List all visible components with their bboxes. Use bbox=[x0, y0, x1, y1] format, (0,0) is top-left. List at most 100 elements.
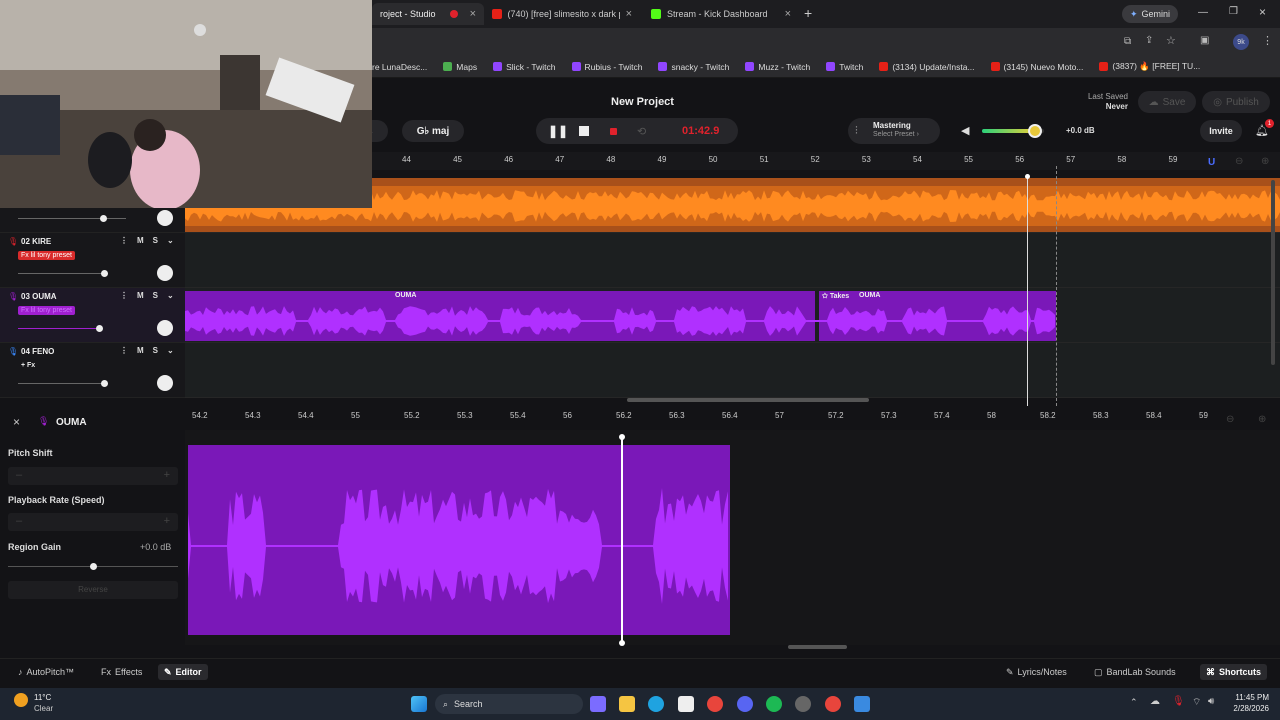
bookmark-star-icon[interactable]: ☆ bbox=[1166, 34, 1176, 47]
pan-knob[interactable] bbox=[157, 320, 173, 336]
chrome-icon[interactable] bbox=[707, 696, 723, 712]
close-tab-icon[interactable]: × bbox=[470, 8, 476, 20]
zoom-in-icon[interactable]: ⊕ bbox=[1261, 156, 1269, 167]
mute-button[interactable]: M bbox=[137, 346, 144, 355]
chevron-down-icon[interactable]: ⌄ bbox=[167, 236, 174, 245]
volume-icon[interactable]: 🔊︎ bbox=[1208, 696, 1214, 707]
mic-icon[interactable]: 🎙︎ bbox=[1172, 696, 1185, 707]
tab-studio[interactable]: roject - Studio × bbox=[372, 3, 484, 25]
close-window-icon[interactable]: × bbox=[1259, 5, 1266, 19]
slider-handle[interactable] bbox=[101, 270, 108, 277]
playhead-handle[interactable] bbox=[1025, 174, 1030, 179]
stop-button[interactable] bbox=[579, 126, 589, 136]
track-lane-03[interactable]: OUMA ✩ Takes OUMA bbox=[185, 288, 1280, 343]
minus-icon[interactable]: – bbox=[16, 515, 22, 527]
menu-icon[interactable]: ⋮ bbox=[1262, 34, 1273, 47]
bookmark-item[interactable]: Maps bbox=[443, 62, 477, 72]
loop-button[interactable]: ⟲ bbox=[637, 125, 646, 138]
track-name[interactable]: 02 KIRE bbox=[21, 237, 51, 246]
volume-slider[interactable] bbox=[982, 124, 1044, 138]
solo-button[interactable]: S bbox=[153, 236, 158, 245]
pan-knob[interactable] bbox=[157, 210, 173, 226]
track-menu-icon[interactable]: ⋮ bbox=[120, 236, 128, 245]
editor-button[interactable]: ✎ Editor bbox=[158, 664, 208, 680]
close-editor-icon[interactable]: × bbox=[13, 415, 20, 429]
close-tab-icon[interactable]: × bbox=[785, 8, 791, 20]
track-menu-icon[interactable]: ⋮ bbox=[120, 346, 128, 355]
mute-button[interactable]: M bbox=[137, 291, 144, 300]
zoom-out-icon[interactable]: ⊖ bbox=[1235, 156, 1243, 167]
volume-slider[interactable] bbox=[18, 328, 100, 329]
effects-button[interactable]: Fx Effects bbox=[95, 664, 148, 680]
settings-icon[interactable] bbox=[795, 696, 811, 712]
plus-icon[interactable]: + bbox=[164, 469, 170, 481]
project-title[interactable]: New Project bbox=[611, 96, 674, 108]
minus-icon[interactable]: – bbox=[16, 469, 22, 481]
track-lane-02[interactable] bbox=[185, 233, 1280, 288]
invite-button[interactable]: Invite bbox=[1200, 120, 1242, 142]
bandlab-sounds-button[interactable]: ▢ BandLab Sounds bbox=[1088, 664, 1182, 680]
bookmark-item[interactable]: (3145) Nuevo Moto... bbox=[990, 62, 1083, 72]
file-explorer-icon[interactable] bbox=[619, 696, 635, 712]
save-button[interactable]: ☁ Save bbox=[1138, 91, 1196, 113]
edge-icon[interactable] bbox=[648, 696, 664, 712]
track-name[interactable]: 03 OUMA bbox=[21, 292, 57, 301]
translate-icon[interactable]: ⧉ bbox=[1124, 36, 1131, 47]
publish-button[interactable]: ◎ Publish bbox=[1202, 91, 1270, 113]
cloud-icon[interactable]: ☁ bbox=[1150, 696, 1160, 707]
add-fx-button[interactable]: + Fx bbox=[18, 361, 38, 370]
pause-button[interactable]: ❚❚ bbox=[548, 124, 568, 138]
zoom-in-icon[interactable]: ⊕ bbox=[1258, 414, 1266, 425]
horizontal-scrollbar[interactable] bbox=[627, 398, 869, 402]
close-tab-icon[interactable]: × bbox=[626, 8, 632, 20]
key-selector[interactable]: G♭ maj bbox=[402, 120, 464, 142]
bookmark-item[interactable]: (3134) Update/Insta... bbox=[879, 62, 975, 72]
tab-youtube[interactable]: (740) [free] slimesito x dark plu × bbox=[484, 3, 640, 25]
slider-handle[interactable] bbox=[90, 563, 97, 570]
volume-slider[interactable] bbox=[18, 218, 126, 219]
pitch-shift-stepper[interactable]: – + bbox=[8, 467, 178, 485]
vertical-scrollbar[interactable] bbox=[1271, 180, 1275, 365]
shortcuts-button[interactable]: ⌘ Shortcuts bbox=[1200, 664, 1268, 680]
autopitch-button[interactable]: ♪ AutoPitch™ bbox=[12, 664, 80, 680]
chevron-down-icon[interactable]: ⌄ bbox=[167, 291, 174, 300]
volume-slider[interactable] bbox=[18, 273, 108, 274]
editor-playhead[interactable] bbox=[621, 437, 623, 644]
pan-knob[interactable] bbox=[157, 265, 173, 281]
track-menu-icon[interactable]: ⋮ bbox=[120, 291, 128, 300]
mute-button[interactable]: M bbox=[137, 236, 144, 245]
solo-button[interactable]: S bbox=[153, 346, 158, 355]
share-icon[interactable]: ⇪ bbox=[1145, 35, 1153, 46]
copilot-icon[interactable] bbox=[590, 696, 606, 712]
chrome-icon[interactable] bbox=[825, 696, 841, 712]
mastering-button[interactable]: ⫶ Mastering Select Preset › bbox=[848, 118, 940, 144]
chevron-up-icon[interactable]: ⌃ bbox=[1130, 697, 1138, 708]
wifi-icon[interactable]: ⌔ bbox=[1192, 696, 1201, 709]
tab-kick[interactable]: Stream - Kick Dashboard × bbox=[643, 3, 799, 25]
plus-icon[interactable]: + bbox=[164, 515, 170, 527]
zoom-out-icon[interactable]: ⊖ bbox=[1226, 414, 1234, 425]
snap-magnet-icon[interactable]: U bbox=[1208, 157, 1218, 168]
spotify-icon[interactable] bbox=[766, 696, 782, 712]
solo-button[interactable]: S bbox=[153, 291, 158, 300]
bookmark-item[interactable]: Rubius - Twitch bbox=[571, 62, 642, 72]
bookmark-item[interactable]: Slick - Twitch bbox=[493, 62, 556, 72]
speaker-icon[interactable]: ◀̶ bbox=[961, 124, 969, 137]
pan-knob[interactable] bbox=[157, 375, 173, 391]
bookmark-item[interactable]: Twitch bbox=[826, 62, 863, 72]
bookmark-item[interactable]: (3837) 🔥 [FREE] TU... bbox=[1099, 61, 1200, 72]
store-icon[interactable] bbox=[678, 696, 694, 712]
clock-time[interactable]: 11:45 PM bbox=[1225, 693, 1269, 702]
editor-ruler[interactable]: 54.2 54.3 54.4 55 55.2 55.3 55.4 56 56.2 56.3 56.4… bbox=[185, 408, 1280, 428]
bookmark-item[interactable]: re LunaDesc... bbox=[372, 62, 427, 72]
volume-knob[interactable] bbox=[1027, 124, 1042, 138]
record-button[interactable] bbox=[610, 127, 617, 135]
gemini-button[interactable]: ✦ Gemini bbox=[1122, 5, 1179, 23]
editor-lane[interactable] bbox=[185, 430, 1280, 645]
new-tab-button[interactable]: + bbox=[804, 5, 812, 21]
profile-avatar[interactable]: 9k bbox=[1233, 34, 1249, 50]
track-lane-04[interactable] bbox=[185, 343, 1280, 398]
reverse-button[interactable]: Reverse bbox=[8, 581, 178, 599]
taskbar-search[interactable]: ⌕ Search bbox=[435, 694, 583, 714]
maximize-icon[interactable]: ❐ bbox=[1229, 6, 1238, 17]
